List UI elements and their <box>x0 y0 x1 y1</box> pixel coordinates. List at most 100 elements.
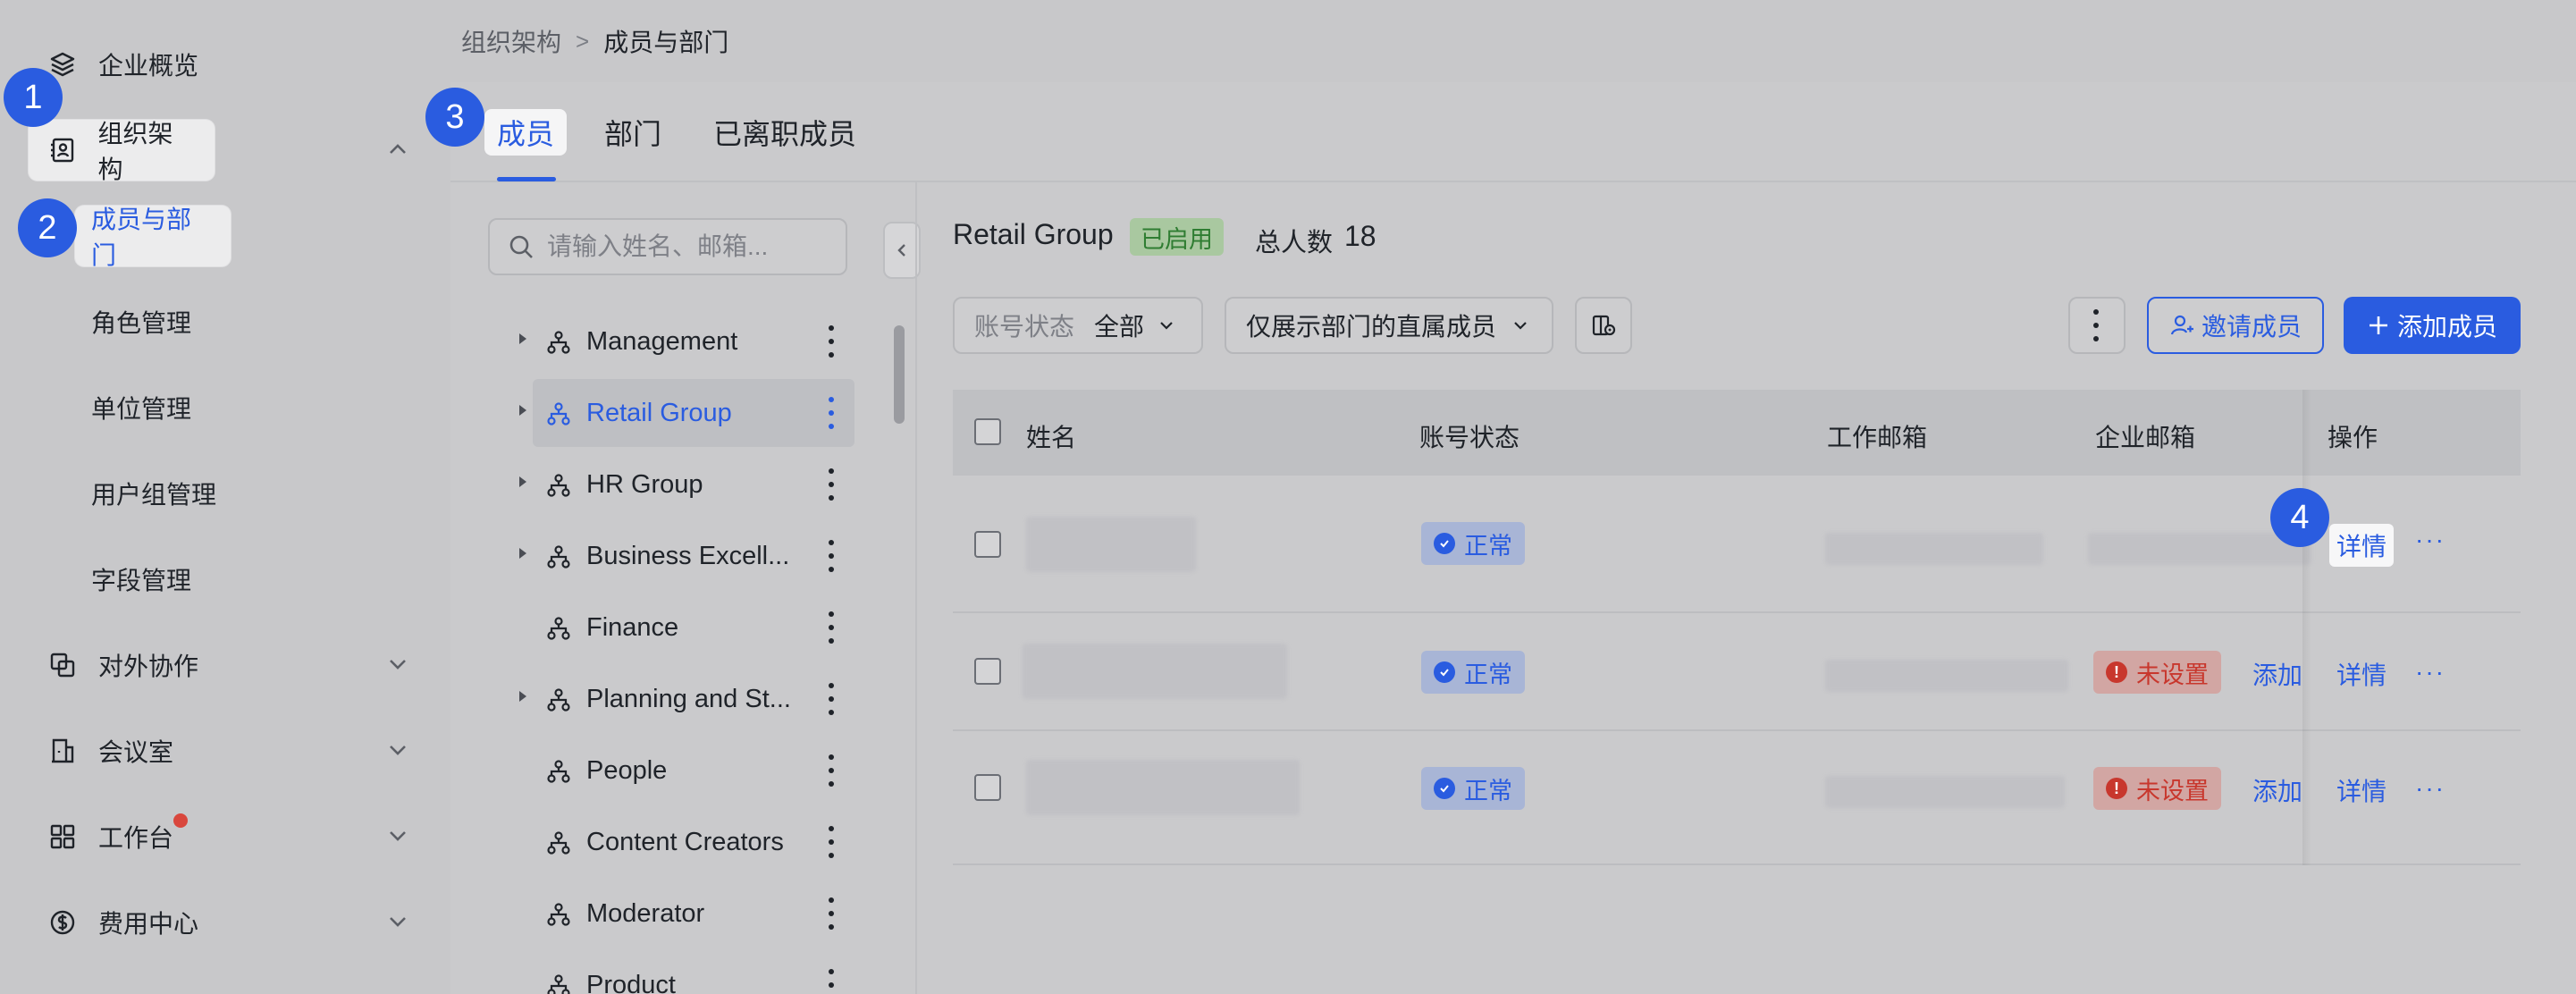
tree-item-more-icon[interactable] <box>828 826 835 858</box>
tree-item-more-icon[interactable] <box>828 325 835 358</box>
row-checkbox[interactable] <box>974 531 1001 558</box>
tree-item[interactable]: Business Excell... <box>493 522 854 590</box>
nav-item-fields[interactable]: 字段管理 <box>91 549 209 610</box>
step-marker-1: 1 <box>4 68 63 127</box>
select-all-checkbox[interactable] <box>974 418 1001 445</box>
invite-member-button[interactable]: 邀请成员 <box>2147 297 2324 354</box>
tree-item-more-icon[interactable] <box>828 683 835 715</box>
detail-link[interactable]: 详情 <box>2329 524 2395 567</box>
tree-item[interactable]: Product <box>493 951 854 994</box>
tree-item-more-icon[interactable] <box>828 611 835 644</box>
status-text: 未设置 <box>2136 777 2209 804</box>
nav-item-external[interactable]: 对外协作 <box>29 635 216 695</box>
tree-item[interactable]: Moderator <box>493 880 854 948</box>
external-collab-icon <box>46 649 79 681</box>
nav-label: 企业概览 <box>98 52 199 80</box>
caret-right-icon[interactable] <box>517 331 529 347</box>
detail-link[interactable]: 详情 <box>2336 656 2387 692</box>
tree-item[interactable]: Management <box>493 307 854 375</box>
tree-item-more-icon[interactable] <box>828 468 835 501</box>
nav-item-units[interactable]: 单位管理 <box>91 377 209 438</box>
org-node-icon <box>545 758 572 792</box>
chevron-down-icon <box>1160 322 1173 330</box>
caret-right-icon[interactable] <box>517 402 529 418</box>
org-node-icon <box>545 329 572 363</box>
active-tab-indicator <box>497 177 556 181</box>
tree-item-more-icon[interactable] <box>828 754 835 787</box>
grid-icon <box>46 821 79 853</box>
table-row: 正常 ! 未设置 添加 详情 ··· <box>953 731 2521 865</box>
row-more-button[interactable]: ··· <box>2415 526 2446 554</box>
column-settings-button[interactable] <box>1575 297 1632 354</box>
add-member-button[interactable]: 添加成员 <box>2344 297 2521 354</box>
account-status-badge: 正常 <box>1421 767 1525 810</box>
org-node-icon <box>545 973 572 994</box>
nav-item-meeting-rooms[interactable]: 会议室 <box>29 720 191 781</box>
tree-item-more-icon[interactable] <box>828 397 835 429</box>
org-node-icon <box>545 400 572 434</box>
nav-item-org[interactable]: 组织架构 <box>29 120 215 183</box>
tree-scrollbar-thumb[interactable] <box>894 325 905 424</box>
status-text: 正常 <box>1464 661 1512 688</box>
account-status-badge: 正常 <box>1421 522 1525 565</box>
header-actions: 操作 <box>2328 424 2378 451</box>
dept-search[interactable] <box>488 218 847 275</box>
dollar-icon <box>46 906 79 939</box>
tree-item-more-icon[interactable] <box>828 540 835 572</box>
tab-departments[interactable]: 部门 <box>604 109 661 156</box>
account-status-filter[interactable]: 账号状态 全部 <box>953 297 1203 354</box>
more-options-button[interactable] <box>2068 297 2126 354</box>
tree-item[interactable]: Retail Group <box>519 379 854 447</box>
tree-item-more-icon[interactable] <box>828 969 835 994</box>
header-status: 账号状态 <box>1419 424 1520 451</box>
add-email-link[interactable]: 添加 <box>2252 772 2302 808</box>
nav-label: 组织架构 <box>97 120 173 183</box>
chevron-up-icon[interactable] <box>383 134 413 164</box>
nav-item-user-groups[interactable]: 用户组管理 <box>91 463 234 524</box>
tree-item[interactable]: Finance <box>493 594 854 661</box>
step-marker-2: 2 <box>18 198 77 257</box>
header-work-email: 工作邮箱 <box>1827 424 1928 451</box>
chevron-down-icon <box>1514 322 1527 330</box>
main-content: 成员 部门 已离职成员 Management Retail Group HR Gro… <box>450 82 2576 994</box>
add-user-icon <box>2170 315 2193 335</box>
breadcrumb-parent[interactable]: 组织架构 <box>461 23 561 59</box>
nav-item-workbench[interactable]: 工作台 <box>29 806 191 867</box>
chevron-down-icon[interactable] <box>383 735 413 765</box>
nav-item-members-depts[interactable]: 成员与部门 <box>75 206 231 269</box>
nav-label: 用户组管理 <box>91 481 217 509</box>
row-more-button[interactable]: ··· <box>2415 774 2446 803</box>
row-checkbox[interactable] <box>974 774 1001 801</box>
sidebar: 企业概览 组织架构 成员与部门 角色管理 单位管理 用户组管理 字段管理 对外协… <box>0 0 450 994</box>
search-input[interactable] <box>547 232 833 261</box>
tab-members[interactable]: 成员 <box>484 109 568 156</box>
nav-item-billing[interactable]: 费用中心 <box>29 892 216 953</box>
status-text: 正常 <box>1464 777 1512 804</box>
tab-departed[interactable]: 已离职成员 <box>713 109 856 156</box>
row-more-button[interactable]: ··· <box>2415 658 2446 687</box>
caret-right-icon[interactable] <box>517 545 529 561</box>
nav-item-roles[interactable]: 角色管理 <box>91 291 209 352</box>
add-email-link[interactable]: 添加 <box>2252 656 2302 692</box>
tree-item-label: Business Excell... <box>586 541 790 570</box>
nav-label: 费用中心 <box>98 910 199 938</box>
chevron-down-icon[interactable] <box>383 906 413 937</box>
chevron-down-icon[interactable] <box>383 649 413 679</box>
column-settings-icon <box>1592 315 1616 336</box>
tree-item-more-icon[interactable] <box>828 897 835 930</box>
search-icon <box>509 235 533 258</box>
caret-right-icon[interactable] <box>517 474 529 490</box>
step-marker-3: 3 <box>425 88 484 147</box>
tree-item[interactable]: Planning and St... <box>493 665 854 733</box>
name-placeholder <box>1026 517 1196 572</box>
caret-right-icon[interactable] <box>517 688 529 704</box>
row-checkbox[interactable] <box>974 658 1001 685</box>
tree-item[interactable]: People <box>493 737 854 804</box>
detail-link[interactable]: 详情 <box>2336 772 2387 808</box>
tree-item[interactable]: HR Group <box>493 451 854 518</box>
direct-members-filter[interactable]: 仅展示部门的直属成员 <box>1225 297 1553 354</box>
button-label: 添加成员 <box>2396 313 2497 341</box>
tree-item[interactable]: Content Creators <box>493 808 854 876</box>
table-header: 姓名 账号状态 工作邮箱 企业邮箱 操作 <box>953 390 2521 476</box>
chevron-down-icon[interactable] <box>383 821 413 851</box>
